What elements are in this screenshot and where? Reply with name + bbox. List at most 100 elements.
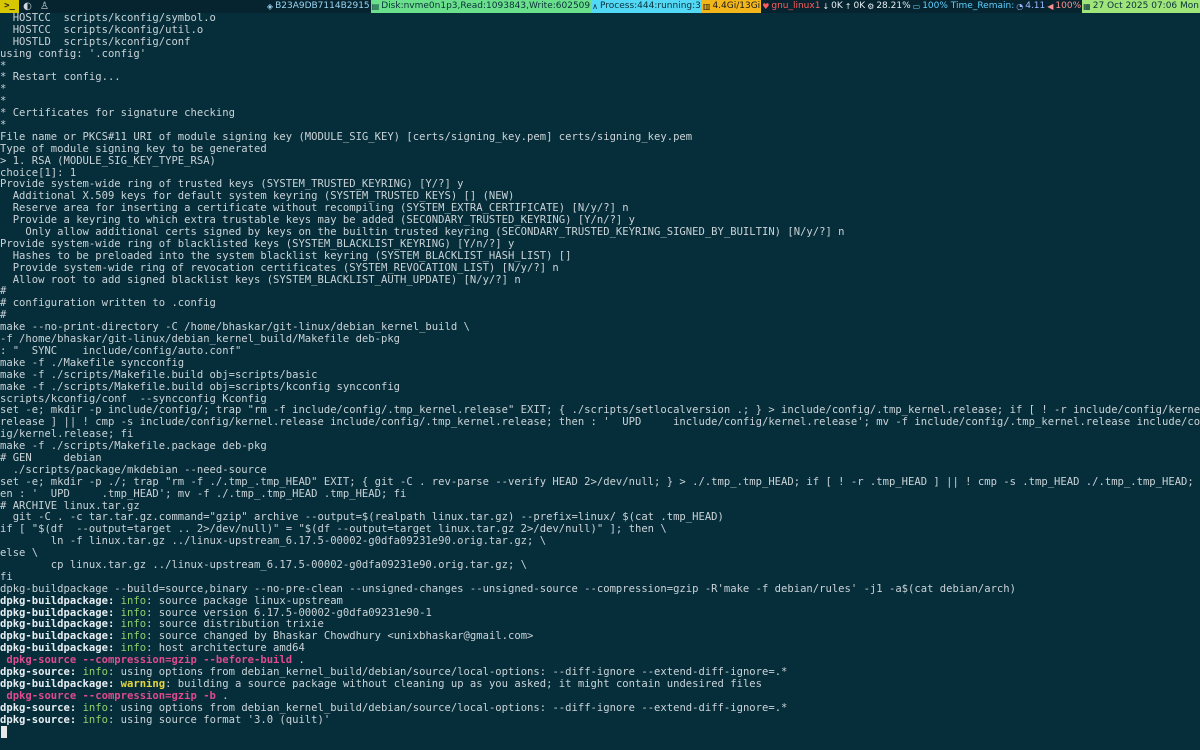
cpu-widget[interactable]: ⚙ 28.21%: [866, 0, 912, 13]
load-text: 4.11: [1025, 1, 1046, 11]
process-widget[interactable]: ∧ Process:444:running:3: [591, 0, 702, 13]
terminal-text: dpkg-source --compression=gzip --before-…: [6, 655, 293, 667]
memory-widget[interactable]: ▥ 4.4Gi/13Gi: [701, 0, 762, 13]
terminal-line: ./scripts/package/mkdebian --need-source: [0, 465, 1200, 477]
terminal-text: make --no-print-directory -C /home/bhask…: [0, 322, 470, 334]
terminal-text: info: [120, 619, 147, 631]
network-widget[interactable]: ♥ gnu_linux1: [761, 0, 821, 13]
terminal-line: ln -f linux.tar.gz ../linux-upstream_6.1…: [0, 536, 1200, 548]
memory-icon: ▥: [702, 2, 711, 11]
terminal-text: .: [292, 655, 305, 667]
terminal-line: make -f ./Makefile syncconfig: [0, 358, 1200, 370]
net-down-widget[interactable]: ↓ 0K: [821, 0, 843, 13]
terminal-text: info: [82, 714, 108, 726]
load-widget[interactable]: ◔ 4.11: [1015, 0, 1046, 13]
terminal-line: : " SYNC include/config/auto.conf": [0, 346, 1200, 358]
terminal-text: dpkg-source --compression=gzip -b: [6, 690, 216, 702]
terminal-text: using config: '.config': [0, 48, 147, 60]
terminal-text: * Restart config...: [0, 72, 121, 84]
terminal-text: Only allow additional certs signed by ke…: [0, 227, 845, 239]
terminal-line: #: [0, 310, 1200, 322]
terminal-text: ln -f linux.tar.gz ../linux-upstream_6.1…: [0, 536, 547, 548]
terminal-text: Provide system-wide ring of blacklisted …: [0, 238, 515, 250]
terminal-line: if [ "$(df --output=target .. 2>/dev/nul…: [0, 524, 1200, 536]
terminal-text: #: [0, 310, 7, 322]
terminal-line: Type of module signing key to be generat…: [0, 144, 1200, 156]
terminal-text: make -f ./scripts/Makefile.build obj=scr…: [0, 381, 401, 393]
net-up-widget[interactable]: ↑ 0K: [844, 0, 866, 13]
terminal-line: # GEN debian: [0, 453, 1200, 465]
battery-widget[interactable]: ▭ 100% Time_Remain:: [912, 0, 1016, 13]
terminal-text: File name or PKCS#11 URI of module signi…: [0, 131, 693, 143]
workspace-list: >_ ◐ ♙: [0, 0, 53, 13]
terminal-text: .: [215, 690, 229, 702]
terminal-line: * Restart config...: [0, 72, 1200, 84]
terminal-text: make -f ./scripts/Makefile.build obj=scr…: [0, 369, 318, 381]
terminal-text: dpkg-buildpackage:: [0, 678, 115, 690]
host-id-widget[interactable]: ◈ B23A9DB7114B2915: [266, 0, 371, 13]
terminal-text: dpkg-buildpackage:: [0, 607, 115, 619]
terminal-text: cp linux.tar.gz ../linux-upstream_6.17.5…: [0, 559, 528, 571]
terminal-text: # GEN debian: [0, 452, 102, 464]
terminal-text: en : ' UPD .tmp_HEAD'; mv -f ./.tmp_.tmp…: [0, 488, 407, 500]
terminal-text: #: [0, 286, 7, 298]
terminal-line: make -f ./scripts/Makefile.build obj=scr…: [0, 370, 1200, 382]
terminal-text: dpkg-buildpackage:: [0, 643, 115, 655]
terminal-line: *: [0, 61, 1200, 73]
terminal-text: dpkg-buildpackage:: [0, 631, 115, 643]
terminal-text: Provide system-wide ring of revocation c…: [0, 262, 559, 274]
terminal-text: : source package linux-upstream: [146, 595, 343, 607]
terminal-text: info: [82, 666, 108, 678]
terminal-line: release ] || ! cmp -s include/config/ker…: [0, 417, 1200, 429]
terminal-text: info: [120, 607, 147, 619]
terminal-text: -f /home/bhaskar/git-linux/debian_kernel…: [0, 334, 401, 346]
host-id-text: B23A9DB7114B2915: [275, 1, 370, 11]
terminal-text: info: [120, 631, 147, 643]
terminal-line: cp linux.tar.gz ../linux-upstream_6.17.5…: [0, 560, 1200, 572]
terminal-text: info: [82, 702, 108, 714]
terminal-line: dpkg-buildpackage: info: source changed …: [0, 631, 1200, 643]
spinner-icon[interactable]: ◐: [19, 0, 36, 13]
wifi-icon: ♥: [762, 2, 770, 11]
terminal-text: Provide a keyring to which extra trustab…: [0, 215, 635, 227]
terminal-line: dpkg-source: info: using source format '…: [0, 715, 1200, 727]
chip-icon: ◈: [266, 2, 274, 11]
upload-arrow-icon: ↑: [844, 2, 852, 11]
terminal-text: fi: [0, 571, 13, 583]
terminal-line: *: [0, 120, 1200, 132]
terminal-text: HOSTCC scripts/kconfig/symbol.o: [0, 13, 216, 24]
terminal-line: *: [0, 96, 1200, 108]
terminal-line: * Certificates for signature checking: [0, 108, 1200, 120]
terminal-text: : host architecture amd64: [146, 643, 305, 655]
terminal-line: dpkg-buildpackage: info: source version …: [0, 608, 1200, 620]
terminal-text: info: [120, 595, 147, 607]
memory-text: 4.4Gi/13Gi: [712, 1, 761, 11]
terminal-line: HOSTCC scripts/kconfig/util.o: [0, 25, 1200, 37]
clock-widget[interactable]: ▦ 27 Oct 2025 07:06 Mon: [1082, 0, 1200, 13]
terminal-text: dpkg-source:: [0, 666, 77, 678]
terminal-text: dpkg-buildpackage:: [0, 619, 115, 631]
cpu-text: 28.21%: [876, 1, 911, 11]
net-down-text: 0K: [831, 1, 843, 11]
terminal-line: set -e; mkdir -p ./; trap "rm -f ./.tmp_…: [0, 477, 1200, 489]
terminal-text: Reserve area for inserting a certificate…: [0, 203, 629, 215]
terminal-text: # ARCHIVE linux.tar.gz: [0, 500, 140, 512]
terminal-output[interactable]: HOSTCC scripts/kconfig/symbol.o HOSTCC s…: [0, 13, 1200, 726]
disk-widget[interactable]: ▤ Disk:nvme0n1p3,Read:1093843,Write:6025…: [370, 0, 592, 13]
terminal-cursor: [1, 726, 7, 738]
terminal-text: Additional X.509 keys for default system…: [0, 191, 515, 203]
terminal-text: : using source format '3.0 (quilt)': [107, 714, 331, 726]
terminal-line: scripts/kconfig/conf --syncconfig Kconfi…: [0, 394, 1200, 406]
terminal-text: scripts/kconfig/conf --syncconfig Kconfi…: [0, 393, 267, 405]
terminal-text: : using options from debian_kernel_build…: [107, 702, 788, 714]
penguin-icon[interactable]: ♙: [36, 0, 53, 13]
network-iface-text: gnu_linux1: [771, 1, 821, 11]
terminal-text: set -e; mkdir -p include/config/; trap "…: [0, 405, 1200, 417]
terminal-text: dpkg-buildpackage:: [0, 595, 115, 607]
volume-widget[interactable]: ◀ 100%: [1046, 0, 1082, 13]
terminal-text: Type of module signing key to be generat…: [0, 143, 267, 155]
terminal-line: dpkg-buildpackage: info: source package …: [0, 596, 1200, 608]
terminal-text: : source version 6.17.5-00002-g0dfa09231…: [146, 607, 432, 619]
workspace-terminal-button[interactable]: >_: [0, 0, 19, 13]
terminal-text: *: [0, 60, 7, 72]
